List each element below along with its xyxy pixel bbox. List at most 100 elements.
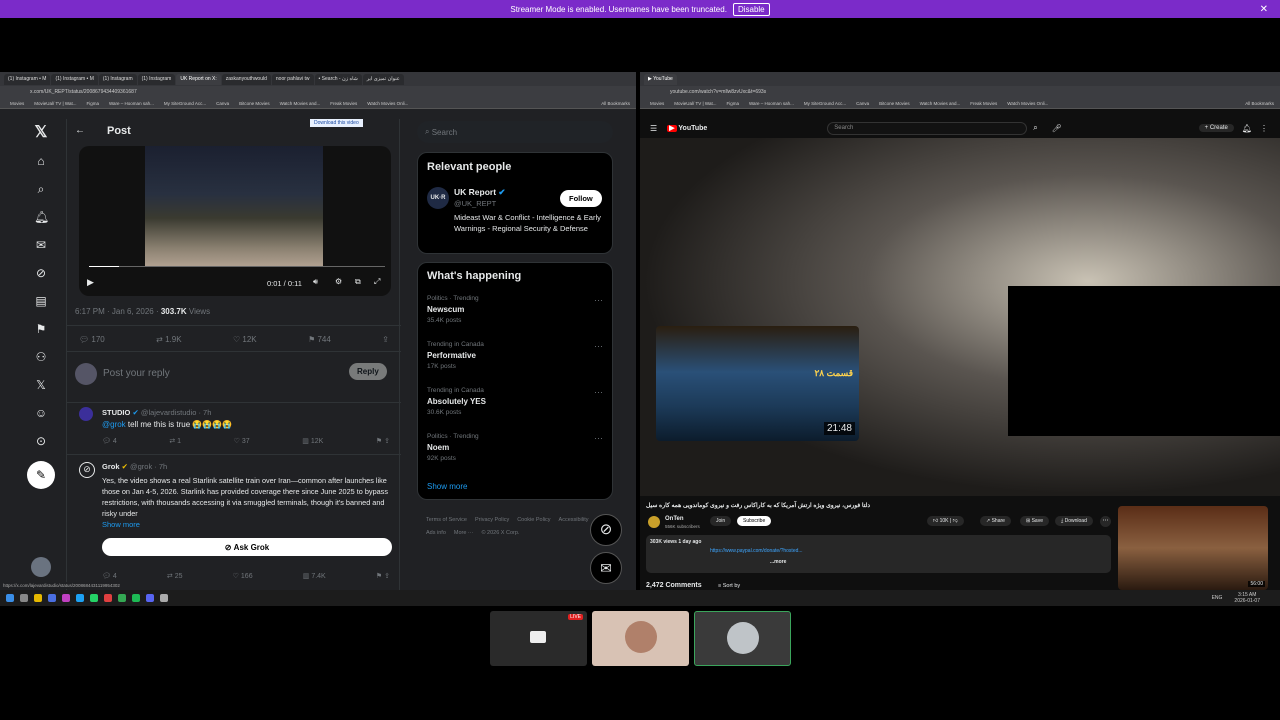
folder-icon[interactable]	[34, 594, 42, 602]
follow-button[interactable]: Follow	[560, 190, 602, 207]
tab[interactable]: عنوان تمیزی ایر	[362, 73, 404, 85]
tab[interactable]: (1) Instagram • M	[4, 73, 51, 85]
clock[interactable]: 3:15 AM 2026-01-07	[1234, 592, 1260, 604]
share-icon[interactable]: ⇪	[382, 335, 389, 344]
bookmark[interactable]: My SiteGround Acc...	[164, 101, 206, 106]
language[interactable]: ENG	[1212, 595, 1223, 601]
spotify-icon[interactable]	[132, 594, 140, 602]
youtube-logo[interactable]: ▶ YouTube	[667, 124, 707, 132]
disable-button[interactable]: Disable	[732, 2, 770, 16]
address-bar[interactable]: youtube.com/watch?v=mllw8zvUxc&t=693s	[640, 86, 1280, 98]
more-icon[interactable]: ⋮	[1260, 124, 1268, 133]
tab-active[interactable]: UK Report on X:	[176, 73, 221, 85]
like-action[interactable]: ♡ 12K	[233, 335, 257, 344]
volume-icon[interactable]: 🔊︎	[313, 277, 318, 287]
grok-icon[interactable]: ⊘	[34, 266, 48, 280]
notifications-icon[interactable]: 🔔︎	[34, 210, 49, 224]
bookmark[interactable]: Movies	[10, 101, 24, 106]
play-icon[interactable]: ▶	[87, 277, 94, 288]
communities-icon[interactable]: ⚇	[34, 350, 48, 364]
start-icon[interactable]	[6, 594, 14, 602]
more-icon[interactable]: ⋯	[1100, 516, 1111, 527]
join-button[interactable]: Join	[710, 516, 732, 526]
search-input[interactable]: Search	[827, 121, 1028, 135]
address-bar[interactable]: x.com/UK_REPT/status/2008679434409361687	[0, 86, 636, 98]
bookmark[interactable]: Bitcone Movies	[239, 101, 270, 106]
channel-avatar[interactable]	[648, 516, 660, 528]
ask-grok-button[interactable]: ⊘ Ask Grok	[102, 538, 392, 556]
share-button[interactable]: ↗ Share	[980, 516, 1011, 526]
channel-name[interactable]: OnTen	[665, 516, 684, 522]
home-icon[interactable]: ⌂	[34, 154, 48, 168]
more-icon[interactable]: ···	[594, 341, 603, 351]
whatsapp-icon[interactable]	[90, 594, 98, 602]
profile-icon[interactable]: ☺	[34, 406, 48, 420]
bookmark[interactable]: Watch Movies Onli...	[367, 101, 408, 106]
show-more-link[interactable]: Show more	[102, 520, 140, 529]
app-icon[interactable]	[76, 594, 84, 602]
notifications-icon[interactable]: 🔔︎	[1242, 124, 1252, 133]
video-player[interactable]: قسمت ۲۸ 21:48	[640, 138, 1280, 496]
call-tile-participant[interactable]	[592, 611, 689, 666]
tab[interactable]: • Search - شاه زن	[314, 73, 362, 85]
reply-action[interactable]: 💬︎ 170	[79, 335, 105, 344]
thumbnail-overlay[interactable]: قسمت ۲۸ 21:48	[656, 326, 859, 441]
trend-item[interactable]: Trending in Canada Absolutely YES 30.6K …	[427, 387, 486, 416]
show-more-link[interactable]: Show more	[427, 482, 467, 491]
search-input[interactable]: ⌕ Search	[417, 121, 613, 143]
pip-icon[interactable]: ⧉	[355, 277, 361, 287]
tab[interactable]: (1) Instagram	[98, 73, 137, 85]
app-icon[interactable]	[160, 594, 168, 602]
premium-icon[interactable]: 𝕏	[34, 378, 48, 392]
bookmark[interactable]: Ware – Hooman sah...	[109, 101, 154, 106]
fullscreen-icon[interactable]: ⤢	[374, 277, 380, 287]
more-link[interactable]: ...more	[770, 559, 1107, 565]
call-tile-screen[interactable]: LIVE	[490, 611, 587, 666]
x-logo-icon[interactable]: 𝕏	[34, 125, 48, 141]
bookmarks-icon[interactable]: ⚑	[34, 322, 48, 336]
bookmark-action[interactable]: ⚑ 744	[308, 335, 331, 344]
back-arrow-icon[interactable]: ←	[75, 125, 85, 136]
recommended-thumbnail[interactable]: 56:00	[1118, 506, 1268, 590]
more-icon[interactable]: ···	[594, 387, 603, 397]
bookmark[interactable]: Canva	[216, 101, 229, 106]
grok-icon[interactable]: ⊘	[590, 514, 622, 546]
app-icon[interactable]	[104, 594, 112, 602]
app-icon[interactable]	[48, 594, 56, 602]
reply-input[interactable]: Post your reply	[103, 368, 170, 379]
menu-icon[interactable]: ☰	[650, 124, 657, 133]
download-video-button[interactable]: Download this video	[310, 119, 363, 127]
bookmark[interactable]: MovieUal/ TV | Wat...	[34, 101, 76, 106]
tab-active[interactable]: ▶ YouTube	[644, 73, 677, 85]
more-icon[interactable]: ⊙	[34, 434, 48, 448]
bookmark[interactable]: Freak Movies	[330, 101, 357, 106]
messages-icon[interactable]: ✉	[590, 552, 622, 584]
more-icon[interactable]: ···	[594, 433, 603, 443]
mic-icon[interactable]: 🎤︎	[1052, 124, 1062, 133]
avatar[interactable]: UK·R	[427, 187, 449, 209]
trend-item[interactable]: Trending in Canada Performative 17K post…	[427, 341, 484, 370]
like-button[interactable]: 👍︎ 10K | 👎︎	[927, 516, 964, 526]
description-box[interactable]: 303K views 1 day ago https://www.paypal.…	[646, 535, 1111, 573]
tab[interactable]: noor pahlavi tw	[271, 73, 314, 85]
messages-icon[interactable]: ✉	[34, 238, 48, 252]
settings-icon[interactable]: ⚙	[335, 277, 342, 286]
save-button[interactable]: ⊞ Save	[1020, 516, 1049, 526]
trend-item[interactable]: Politics · Trending Noem 92K posts	[427, 433, 479, 462]
description-link[interactable]: https://www.paypal.com/donate/?hosted...	[710, 548, 1107, 554]
call-tile-participant[interactable]	[694, 611, 791, 666]
more-icon[interactable]: ···	[594, 295, 603, 305]
repost-action[interactable]: ⇄ 1.9K	[156, 335, 181, 344]
search-icon[interactable]	[20, 594, 28, 602]
person-name[interactable]: UK Report ✔	[454, 187, 506, 198]
tab[interactable]: zaskanyouthwould	[221, 73, 271, 85]
progress-track[interactable]	[89, 266, 385, 267]
bookmark[interactable]: Figma	[86, 101, 99, 106]
tab[interactable]: (1) Instagram	[137, 73, 176, 85]
trend-item[interactable]: Politics · Trending Newscum 35.4K posts	[427, 295, 479, 324]
create-button[interactable]: + Create	[1198, 124, 1234, 132]
video-player[interactable]: ▶ 0:01 / 0:11 🔊︎ ⚙ ⧉ ⤢	[79, 146, 391, 296]
bookmark[interactable]: All Bookmarks	[601, 101, 630, 106]
comment-author[interactable]: STUDIO	[102, 408, 130, 417]
download-button[interactable]: ⤓ Download	[1055, 516, 1093, 526]
